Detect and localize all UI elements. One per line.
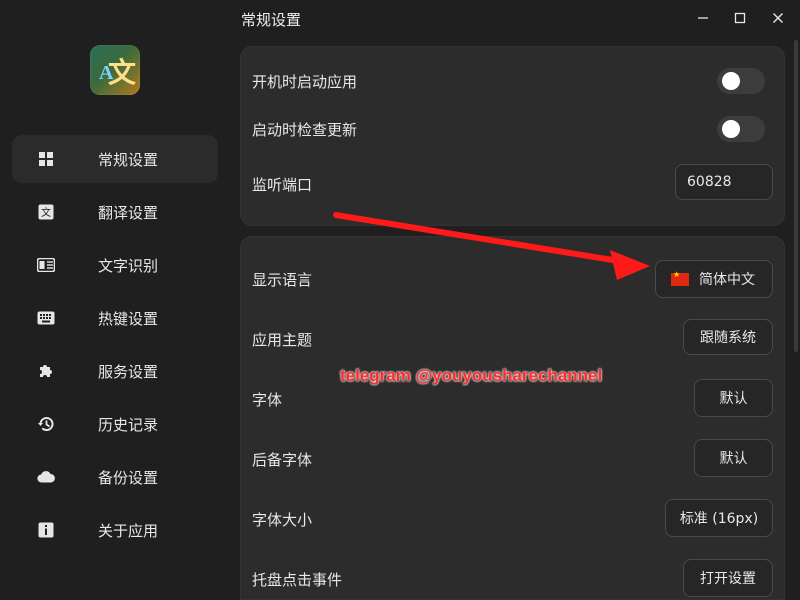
- fallback-font-select[interactable]: 默认: [694, 439, 773, 477]
- sidebar: A 文 常规设置 文 翻译设置 文字识别 热键设置 服务设置 历史记录 备份设置…: [0, 0, 230, 600]
- sidebar-item-label: 常规设置: [98, 150, 159, 169]
- svg-text:文: 文: [41, 206, 51, 219]
- keyboard-icon: [36, 308, 56, 328]
- tray-click-label: 托盘点击事件: [252, 571, 343, 589]
- app-logo: A 文: [90, 45, 140, 95]
- sidebar-item-general[interactable]: 常规设置: [12, 135, 218, 183]
- cloud-icon: [36, 467, 56, 487]
- maximize-icon: [734, 12, 746, 24]
- page-title: 常规设置: [241, 11, 302, 29]
- sidebar-item-history[interactable]: 历史记录: [12, 400, 218, 448]
- puzzle-icon: [36, 361, 56, 381]
- sidebar-item-backup[interactable]: 备份设置: [12, 453, 218, 501]
- grid-icon: [36, 149, 56, 169]
- sidebar-item-service[interactable]: 服务设置: [12, 347, 218, 395]
- sidebar-item-label: 备份设置: [98, 468, 159, 487]
- autostart-label: 开机时启动应用: [252, 73, 358, 91]
- port-label: 监听端口: [252, 176, 313, 194]
- font-select[interactable]: 默认: [694, 379, 773, 417]
- sidebar-item-translate[interactable]: 文 翻译设置: [12, 188, 218, 236]
- title-bar: 常规设置: [230, 0, 800, 36]
- toggle-knob: [722, 72, 740, 90]
- theme-select[interactable]: 跟随系统: [683, 319, 773, 355]
- sidebar-item-about[interactable]: 关于应用: [12, 506, 218, 554]
- language-label: 显示语言: [252, 271, 313, 289]
- sidebar-item-label: 热键设置: [98, 309, 159, 328]
- close-icon: [773, 13, 783, 23]
- appearance-settings-card: 显示语言 简体中文 应用主题 跟随系统 字体 默认 后备字体 默认 字体大小 标…: [240, 236, 785, 600]
- sidebar-item-label: 历史记录: [98, 415, 159, 434]
- minimize-button[interactable]: [693, 8, 713, 28]
- check-update-toggle[interactable]: [717, 116, 765, 142]
- watermark-text: telegram @youyousharechannel: [340, 366, 603, 385]
- sidebar-item-ocr[interactable]: 文字识别: [12, 241, 218, 289]
- ocr-icon: [36, 255, 56, 275]
- sidebar-item-label: 关于应用: [98, 521, 159, 540]
- sidebar-item-label: 文字识别: [98, 256, 159, 275]
- history-icon: [36, 414, 56, 434]
- general-settings-card: 开机时启动应用 启动时检查更新 监听端口 60828: [240, 46, 785, 226]
- theme-label: 应用主题: [252, 331, 313, 349]
- font-label: 字体: [252, 391, 283, 409]
- language-select[interactable]: 简体中文: [655, 260, 773, 298]
- font-size-select[interactable]: 标准 (16px): [665, 499, 773, 537]
- check-update-label: 启动时检查更新: [252, 121, 358, 139]
- scrollbar[interactable]: [794, 40, 798, 352]
- translate-icon: 文: [36, 202, 56, 222]
- maximize-button[interactable]: [730, 8, 750, 28]
- sidebar-item-label: 翻译设置: [98, 203, 159, 222]
- fallback-font-label: 后备字体: [252, 451, 313, 469]
- info-icon: [36, 520, 56, 540]
- toggle-knob: [722, 120, 740, 138]
- logo-glyph: 文: [108, 56, 137, 89]
- sidebar-item-label: 服务设置: [98, 362, 159, 381]
- china-flag-icon: [671, 270, 689, 286]
- sidebar-item-hotkey[interactable]: 热键设置: [12, 294, 218, 342]
- close-button[interactable]: [768, 8, 788, 28]
- autostart-toggle[interactable]: [717, 68, 765, 94]
- port-input[interactable]: 60828: [675, 164, 773, 200]
- language-value: 简体中文: [699, 272, 755, 288]
- minimize-icon: [698, 17, 708, 19]
- font-size-label: 字体大小: [252, 511, 313, 529]
- tray-click-select[interactable]: 打开设置: [683, 559, 773, 597]
